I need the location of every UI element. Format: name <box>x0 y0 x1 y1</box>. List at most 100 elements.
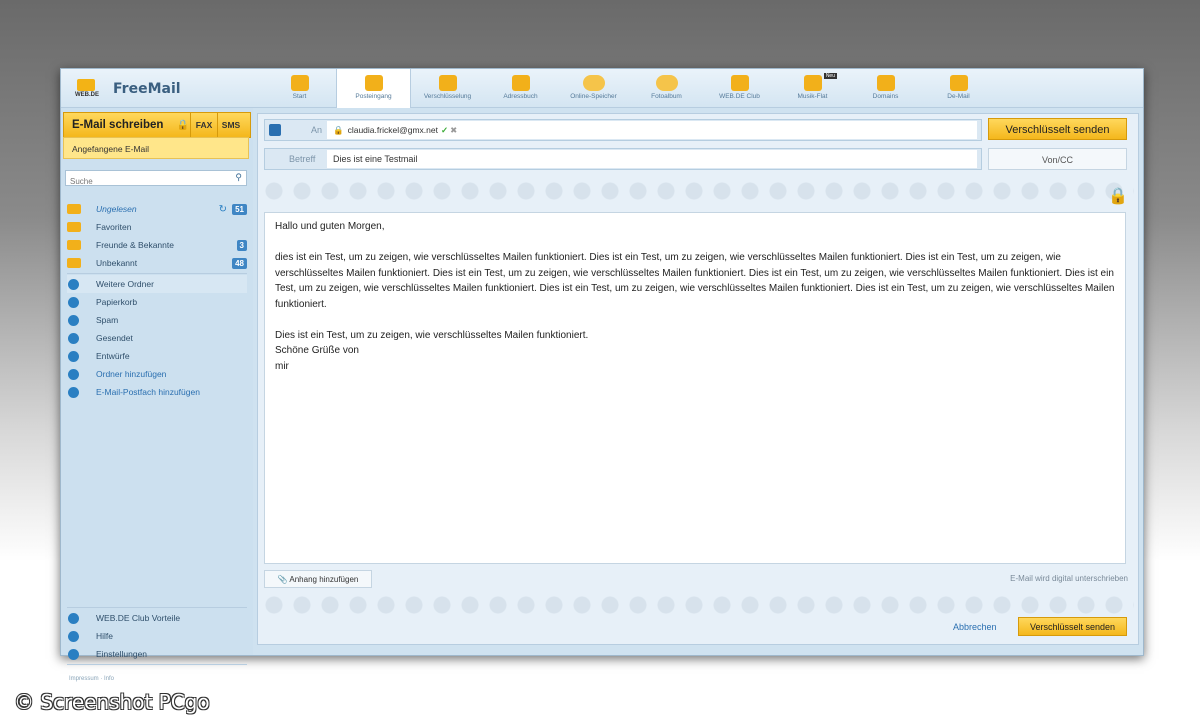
body-line: mir <box>275 360 289 372</box>
refresh-icon[interactable]: ↻ <box>219 204 227 215</box>
body-line: Schöne Grüße von <box>275 345 359 356</box>
addressbook-icon <box>511 75 530 91</box>
help-icon <box>68 630 79 642</box>
compose-button[interactable]: E-Mail schreiben <box>64 119 176 131</box>
friends-count: 3 <box>236 239 247 251</box>
search-input[interactable] <box>66 174 234 189</box>
nav-fotoalbum[interactable]: Fotoalbum <box>630 69 703 107</box>
nav-domains[interactable]: Domains <box>849 69 922 107</box>
folder-spam[interactable]: Spam <box>67 311 247 329</box>
add-mailbox-link[interactable]: E-Mail-Postfach hinzufügen <box>67 383 247 401</box>
wrench-icon <box>68 648 79 660</box>
club-icon <box>68 612 79 624</box>
body-greeting: Hallo und guten Morgen, <box>275 221 385 232</box>
fax-button[interactable]: FAX <box>191 120 217 130</box>
folder-list: Ungelesen ↻ 51 Favoriten Freunde & Bekannt… <box>67 200 247 401</box>
trash-icon <box>68 296 79 308</box>
search-icon[interactable]: ⚲ <box>235 172 242 183</box>
folder-papierkorb[interactable]: Papierkorb <box>67 293 247 311</box>
send-encrypted-button-bottom[interactable]: Verschlüsselt senden <box>1018 617 1127 636</box>
nav-adressbuch[interactable]: Adressbuch <box>484 69 557 107</box>
signed-note: E-Mail wird digital unterschrieben <box>1010 574 1128 583</box>
demail-icon <box>949 75 968 91</box>
top-bar: WEB.DE FreeMail Start Posteingang Versch… <box>61 69 1143 108</box>
plus-icon <box>68 386 79 398</box>
subject-field: Betreff Dies ist eine Testmail <box>264 148 982 170</box>
spam-icon <box>68 314 79 326</box>
help-link[interactable]: Hilfe <box>67 627 247 645</box>
message-body[interactable]: Hallo und guten Morgen, dies ist ein Tes… <box>264 212 1126 564</box>
music-note-icon <box>803 75 822 91</box>
check-icon: ✓ <box>440 125 449 135</box>
sms-button[interactable]: SMS <box>218 120 244 130</box>
folder-weitere[interactable]: Weitere Ordner <box>67 275 247 293</box>
lock-icon[interactable]: 🔒 <box>176 120 190 131</box>
folder-favoriten[interactable]: Favoriten <box>67 218 247 236</box>
sent-icon <box>68 332 79 344</box>
send-encrypted-button-top[interactable]: Verschlüsselt senden <box>988 118 1127 140</box>
cloud-icon <box>582 75 605 91</box>
body-line: Dies ist ein Test, um zu zeigen, wie ver… <box>275 329 589 341</box>
folder-entwuerfe[interactable]: Entwürfe <box>67 347 247 365</box>
folder-gesendet[interactable]: Gesendet <box>67 329 247 347</box>
new-badge: Neu <box>823 73 837 79</box>
folder-icon <box>67 204 81 214</box>
sidebar-bottom-links: WEB.DE Club Vorteile Hilfe Einstellungen <box>67 606 247 666</box>
plus-icon <box>68 368 79 380</box>
nav-posteingang[interactable]: Posteingang <box>336 69 411 108</box>
nav-online-speicher[interactable]: Online-Speicher <box>557 69 630 107</box>
app-title: FreeMail <box>113 81 181 97</box>
lock-pattern-bottom <box>260 592 1134 618</box>
paperclip-icon: 📎 <box>277 575 288 584</box>
padlock-icon <box>438 75 457 91</box>
unknown-count: 48 <box>232 257 247 269</box>
lock-pattern-top <box>260 178 1134 204</box>
folder-unbekannt[interactable]: Unbekannt 48 <box>67 254 247 272</box>
footer-links[interactable]: Impressum · Info <box>69 676 114 682</box>
nav-verschluesselung[interactable]: Verschlüsselung <box>411 69 484 107</box>
club-icon <box>730 75 749 91</box>
padlock-icon: 🔒 <box>1108 188 1128 205</box>
nav-musik-flat[interactable]: Neu Musik-Flat <box>776 69 849 107</box>
attach-button[interactable]: 📎 Anhang hinzufügen <box>264 570 372 588</box>
watermark: © Screenshot PCgo <box>14 690 210 714</box>
settings-link[interactable]: Einstellungen <box>67 645 247 663</box>
folder-ungelesen[interactable]: Ungelesen ↻ 51 <box>67 200 247 218</box>
unread-count: 51 <box>232 203 247 215</box>
nav-webde-club[interactable]: WEB.DE Club <box>703 69 776 107</box>
main-nav: Start Posteingang Verschlüsselung Adress… <box>263 69 995 108</box>
addressbook-icon[interactable] <box>269 124 281 136</box>
remove-icon[interactable]: ✖ <box>450 125 457 135</box>
nav-start[interactable]: Start <box>263 69 336 107</box>
subject-value: Dies ist eine Testmail <box>333 154 418 164</box>
add-folder-link[interactable]: Ordner hinzufügen <box>67 365 247 383</box>
subject-label: Betreff <box>289 154 316 164</box>
body-paragraph: dies ist ein Test, um zu zeigen, wie ver… <box>275 252 1115 310</box>
to-field: An 🔒 claudia.frickel@gmx.net ✓ ✖ <box>264 119 982 141</box>
star-folder-icon <box>67 222 81 232</box>
subject-input[interactable] <box>327 150 977 168</box>
friends-folder-icon <box>67 240 81 250</box>
sidebar: E-Mail schreiben 🔒 FAX SMS Angefangene E… <box>61 108 253 682</box>
von-cc-button[interactable]: Von/CC <box>988 148 1127 170</box>
logo-text: WEB.DE <box>75 92 99 98</box>
photo-cloud-icon <box>655 75 678 91</box>
draft-link[interactable]: Angefangene E-Mail <box>63 137 249 159</box>
home-icon <box>290 75 309 91</box>
search-box: ⚲ <box>65 170 247 189</box>
folder-freunde[interactable]: Freunde & Bekannte 3 <box>67 236 247 254</box>
compose-panel: An 🔒 claudia.frickel@gmx.net ✓ ✖ Verschlüss… <box>257 113 1139 645</box>
recipient-chip[interactable]: 🔒 claudia.frickel@gmx.net ✓ ✖ <box>333 125 457 136</box>
domain-icon <box>876 75 895 91</box>
compose-button-group: E-Mail schreiben 🔒 FAX SMS <box>63 112 251 138</box>
app-window: WEB.DE FreeMail Start Posteingang Versch… <box>60 68 1144 682</box>
pencil-icon <box>68 350 79 362</box>
club-benefits-link[interactable]: WEB.DE Club Vorteile <box>67 609 247 627</box>
to-label: An <box>311 125 323 135</box>
webde-logo[interactable]: WEB.DE <box>75 77 99 101</box>
envelope-icon <box>364 75 383 91</box>
cancel-link[interactable]: Abbrechen <box>953 622 997 632</box>
nav-de-mail[interactable]: De-Mail <box>922 69 995 107</box>
padlock-icon: 🔒 <box>333 125 344 135</box>
unknown-folder-icon <box>67 258 81 268</box>
